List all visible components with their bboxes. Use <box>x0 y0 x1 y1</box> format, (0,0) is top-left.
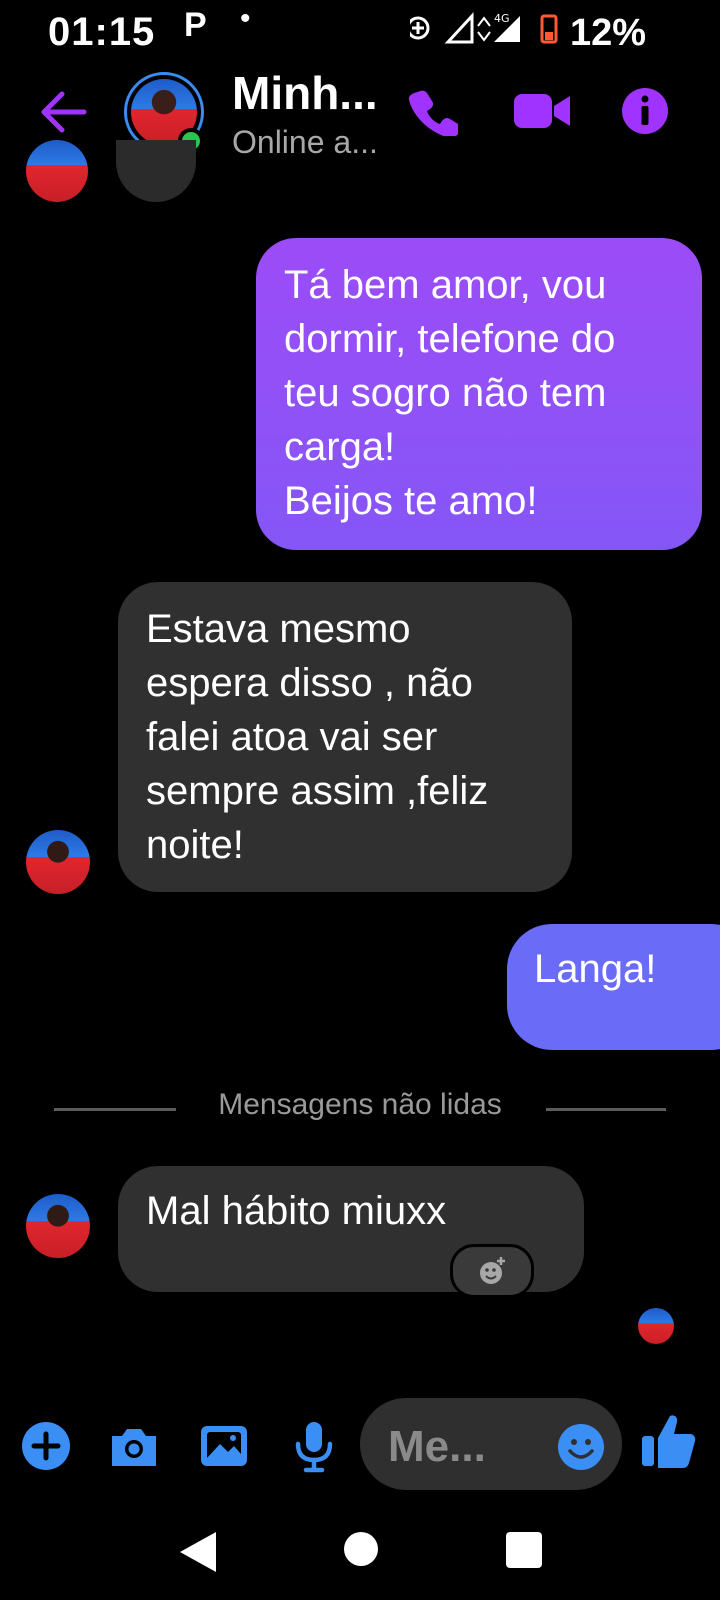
message-bubble-received[interactable]: Estava mesmo espera disso , não falei at… <box>118 582 572 892</box>
unread-divider-label: Mensagens não lidas <box>218 1088 502 1121</box>
system-recents-button[interactable] <box>506 1532 542 1568</box>
message-bubble-sent[interactable]: Langa! <box>507 924 720 1050</box>
divider-line <box>546 1108 666 1111</box>
seen-indicator-avatar <box>638 1308 674 1344</box>
status-time: 01:15 <box>48 10 156 54</box>
contact-avatar[interactable] <box>26 830 90 894</box>
message-bubble-sent[interactable]: Tá bem amor, vou dormir, telefone do teu… <box>256 238 702 550</box>
video-camera-icon[interactable] <box>512 88 572 134</box>
contact-name[interactable]: Minh... <box>232 66 378 120</box>
avatar <box>26 140 88 202</box>
system-home-button[interactable] <box>344 1532 378 1566</box>
camera-icon[interactable] <box>106 1418 162 1474</box>
svg-text:4G: 4G <box>494 12 510 25</box>
notification-dot: • <box>240 2 251 35</box>
battery-percent: 12% <box>570 12 647 54</box>
divider-line <box>54 1108 176 1111</box>
system-back-icon[interactable] <box>176 1528 220 1576</box>
contact-status: Online a... <box>232 124 378 160</box>
add-reaction-button[interactable] <box>450 1244 534 1298</box>
thumbs-up-icon[interactable] <box>640 1412 696 1470</box>
notification-icon: P <box>184 6 207 44</box>
emoji-icon[interactable] <box>556 1422 606 1472</box>
message-bubble-partial <box>116 140 196 202</box>
add-icon[interactable] <box>18 1418 74 1474</box>
gallery-icon[interactable] <box>196 1418 252 1474</box>
add-reaction-icon <box>480 1257 505 1284</box>
contact-avatar[interactable] <box>26 1194 90 1258</box>
microphone-icon[interactable] <box>286 1418 342 1474</box>
message-input-placeholder: Me... <box>388 1422 486 1471</box>
info-icon[interactable] <box>620 86 670 136</box>
signal-icons: 4G <box>410 12 558 44</box>
phone-icon[interactable] <box>408 86 458 136</box>
back-arrow-icon[interactable] <box>36 84 92 140</box>
